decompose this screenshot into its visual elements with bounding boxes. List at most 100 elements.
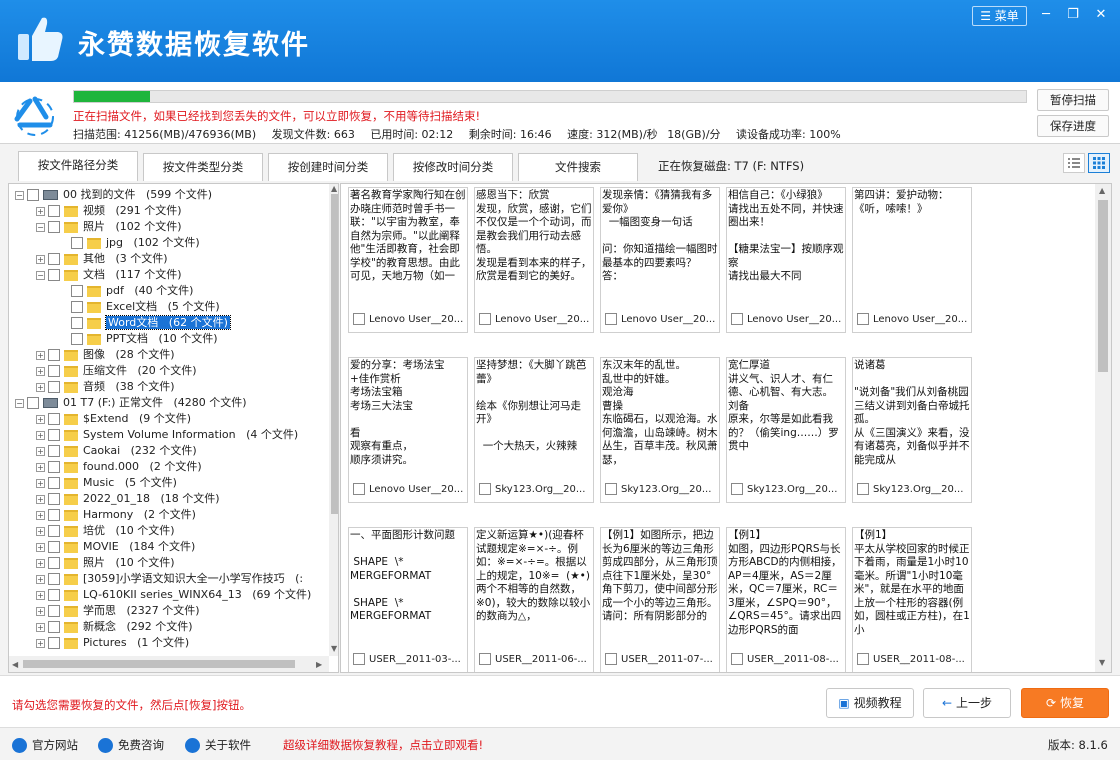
file-checkbox[interactable] — [479, 483, 491, 495]
tutorial-link[interactable]: 超级详细数据恢复教程，点击立即观看! — [283, 737, 483, 753]
tree-checkbox[interactable] — [48, 349, 60, 361]
file-card[interactable]: 坚持梦想：《大脚丫跳芭蕾》 绘本《你别想让河马走开》 一个大热天，火辣辣 Sky1… — [474, 357, 594, 503]
expand-icon[interactable]: + — [36, 590, 45, 600]
file-card[interactable]: 【例1】 平太从学校回家的时候正下着雨，雨量是1小时10毫米。所谓"1小时10毫… — [852, 527, 972, 672]
tree-scroll-thumb[interactable] — [331, 194, 338, 514]
tab-file-search[interactable]: 文件搜索 — [518, 153, 638, 181]
file-checkbox[interactable] — [857, 483, 869, 495]
tree-checkbox[interactable] — [48, 493, 60, 505]
pause-scan-button[interactable]: 暂停扫描 — [1037, 89, 1109, 111]
grid-scroll-thumb[interactable] — [1098, 200, 1108, 372]
tab-by-path[interactable]: 按文件路径分类 — [18, 151, 138, 181]
tree-checkbox[interactable] — [48, 509, 60, 521]
tree-checkbox[interactable] — [48, 381, 60, 393]
file-card[interactable]: 相信自己：《小绿狼》 请找出五处不同，并快速圈出来！ 【糖果法宝一】按顺序观察 … — [726, 187, 846, 333]
tree-node-harmony[interactable]: + Harmony (2 个文件) — [36, 507, 196, 523]
scroll-right-icon[interactable]: ▶ — [316, 660, 322, 669]
tree-node-excel[interactable]: Excel文档 (5 个文件) — [71, 299, 220, 315]
tree-checkbox[interactable] — [48, 525, 60, 537]
list-view-icon[interactable] — [1063, 153, 1085, 173]
tab-by-created[interactable]: 按创建时间分类 — [268, 153, 388, 181]
tree-checkbox[interactable] — [71, 301, 83, 313]
tree-node-archives[interactable]: + 压缩文件 (20 个文件) — [36, 363, 197, 379]
tree-checkbox[interactable] — [48, 429, 60, 441]
expand-icon[interactable]: + — [36, 366, 45, 376]
tab-by-modified[interactable]: 按修改时间分类 — [393, 153, 513, 181]
file-checkbox[interactable] — [479, 313, 491, 325]
tree-node-other[interactable]: + 其他 (3 个文件) — [36, 251, 168, 267]
tree-node-music[interactable]: + Music (5 个文件) — [36, 475, 177, 491]
tree-node-movie[interactable]: + MOVIE (184 个文件) — [36, 539, 195, 555]
file-checkbox[interactable] — [605, 483, 617, 495]
grid-vertical-scrollbar[interactable]: ▲ ▼ — [1095, 184, 1111, 672]
tree-checkbox[interactable] — [48, 589, 60, 601]
tree-checkbox[interactable] — [48, 365, 60, 377]
file-card[interactable]: 宽仁厚道 讲义气、识人才、有仁德、心机智、有大志。 刘备 原来，尔等是如此看我的… — [726, 357, 846, 503]
tree-checkbox[interactable] — [48, 221, 60, 233]
tree-checkbox[interactable] — [48, 205, 60, 217]
expand-icon[interactable]: + — [36, 558, 45, 568]
tree-checkbox[interactable] — [27, 189, 39, 201]
expand-icon[interactable]: + — [36, 350, 45, 360]
tree-node-pdf[interactable]: pdf (40 个文件) — [71, 283, 193, 299]
file-checkbox[interactable] — [353, 483, 365, 495]
tree-node-photo2[interactable]: + 照片 (10 个文件) — [36, 555, 175, 571]
expand-icon[interactable]: + — [36, 574, 45, 584]
expand-icon[interactable]: + — [36, 622, 45, 632]
file-checkbox[interactable] — [731, 313, 743, 325]
expand-icon[interactable]: + — [36, 206, 45, 216]
scroll-down-icon[interactable]: ▼ — [331, 644, 337, 653]
tree-checkbox[interactable] — [48, 573, 60, 585]
expand-icon[interactable]: + — [36, 542, 45, 552]
tree-checkbox[interactable] — [27, 397, 39, 409]
tree-node-xingainian[interactable]: + 新概念 (292 个文件) — [36, 619, 193, 635]
file-card[interactable]: 一、平面图形计数问题 SHAPE \* MERGEFORMAT SHAPE \*… — [348, 527, 468, 672]
tree-checkbox[interactable] — [48, 461, 60, 473]
tree-checkbox[interactable] — [48, 541, 60, 553]
tree-checkbox[interactable] — [48, 269, 60, 281]
file-card[interactable]: 说诸葛 "说刘备"我们从刘备桃园三结义讲到刘备白帝城托孤。 从《三国演义》来看，… — [852, 357, 972, 503]
tree-node-photo[interactable]: − 照片 (102 个文件) — [36, 219, 182, 235]
tree-node-found-files[interactable]: − 00 找到的文件 (599 个文件) — [15, 187, 212, 203]
tab-by-type[interactable]: 按文件类型分类 — [143, 153, 263, 181]
about-link[interactable]: 关于软件 — [185, 737, 251, 753]
tree-node-ppt[interactable]: PPT文档 (10 个文件) — [71, 331, 218, 347]
file-card[interactable]: 【例1】如图所示，把边长为6厘米的等边三角形剪成四部分，从三角形顶点往下1厘米处… — [600, 527, 720, 672]
tree-node-jpg[interactable]: jpg (102 个文件) — [71, 235, 200, 251]
tree-checkbox[interactable] — [48, 477, 60, 489]
expand-icon[interactable]: + — [36, 430, 45, 440]
tree-node-caokai[interactable]: + Caokai (232 个文件) — [36, 443, 197, 459]
recover-button[interactable]: ⟳ 恢复 — [1021, 688, 1109, 718]
tree-node-peiyou[interactable]: + 培优 (10 个文件) — [36, 523, 175, 539]
expand-icon[interactable]: + — [36, 526, 45, 536]
collapse-icon[interactable]: − — [15, 190, 24, 200]
tree-checkbox[interactable] — [71, 333, 83, 345]
expand-icon[interactable]: + — [36, 254, 45, 264]
file-card[interactable]: 【例1】 如图，四边形PQRS与长方形ABCD的内侧相接，AP＝4厘米，AS＝2… — [726, 527, 846, 672]
tree-node-audio[interactable]: + 音频 (38 个文件) — [36, 379, 175, 395]
expand-icon[interactable]: + — [36, 606, 45, 616]
file-checkbox[interactable] — [857, 653, 869, 665]
expand-icon[interactable]: + — [36, 382, 45, 392]
file-checkbox[interactable] — [731, 483, 743, 495]
tree-checkbox[interactable] — [71, 317, 83, 329]
tree-node-xueersi[interactable]: + 学而思 (2327 个文件) — [36, 603, 200, 619]
menu-button[interactable]: ☰ 菜单 — [972, 6, 1027, 26]
consult-link[interactable]: 免费咨询 — [98, 737, 164, 753]
file-card[interactable]: 爱的分享：考场法宝 +佳作赏析 考场法宝箱 考场三大法宝 看 观察有重点， 顺序… — [348, 357, 468, 503]
tree-horizontal-scrollbar[interactable]: ◀ ▶ — [9, 656, 329, 672]
tree-node-system-volume[interactable]: + System Volume Information (4 个文件) — [36, 427, 298, 443]
website-link[interactable]: 官方网站 — [12, 737, 78, 753]
tree-node-3059[interactable]: + [3059]小学语文知识大全一小学写作技巧 (: — [36, 571, 303, 587]
file-card[interactable]: 发现亲情：《猜猜我有多爱你》 一幅图变身一句话 问：你知道描绘一幅图时最基本的四… — [600, 187, 720, 333]
file-checkbox[interactable] — [479, 653, 491, 665]
file-card[interactable]: 东汉末年的乱世。 乱世中的奸雄。 观沧海 曹操 东临碣石，以观沧海。水何澹澹，山… — [600, 357, 720, 503]
file-card[interactable]: 第四讲：爱护动物：《听，嗦嗦！》 Lenovo User__20... — [852, 187, 972, 333]
file-card[interactable]: 定义新运算★•)(迎春杯试题规定※=×-÷。例如：※=×-÷=。根据以上的规定，… — [474, 527, 594, 672]
tree-node-2022-01-18[interactable]: +2022_01_18 (18 个文件) — [36, 491, 220, 507]
video-tutorial-button[interactable]: ▣ 视频教程 — [826, 688, 914, 718]
tree-checkbox[interactable] — [71, 285, 83, 297]
file-checkbox[interactable] — [353, 653, 365, 665]
tree-checkbox[interactable] — [71, 237, 83, 249]
tree-hscroll-thumb[interactable] — [23, 660, 295, 668]
